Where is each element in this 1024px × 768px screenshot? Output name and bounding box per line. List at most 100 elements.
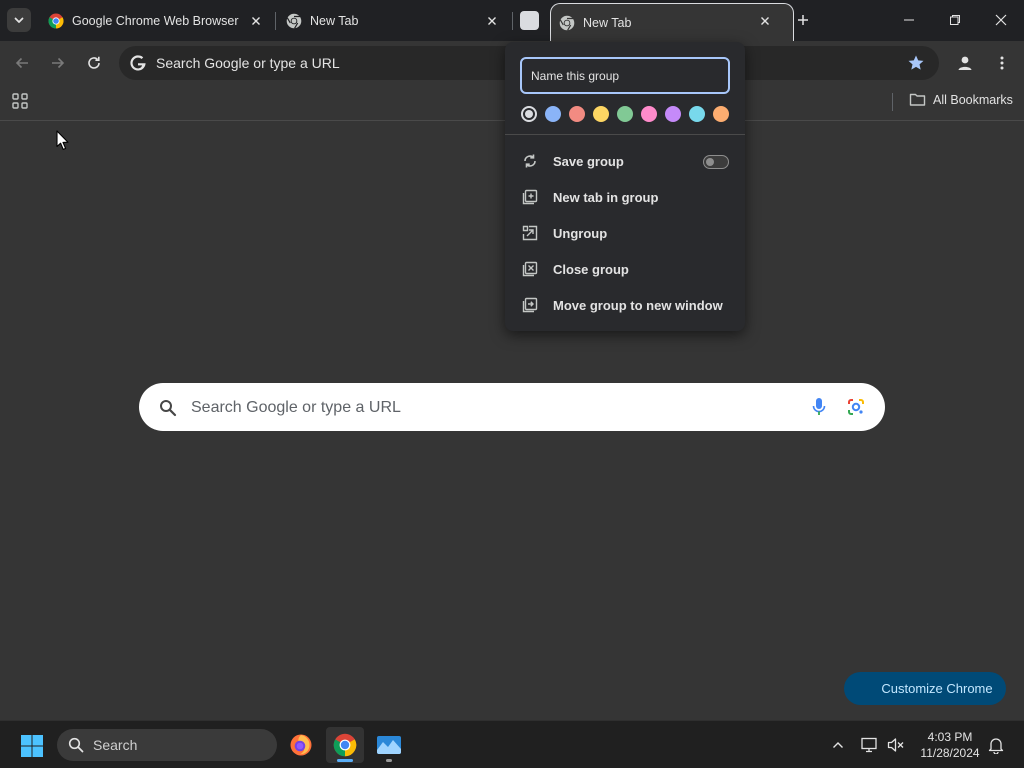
menu-label: Move group to new window (553, 297, 723, 313)
plus-icon (798, 15, 808, 25)
menu-label: New tab in group (553, 189, 659, 205)
tab-search-button[interactable] (7, 8, 31, 32)
chevron-up-icon (833, 742, 843, 748)
color-swatch-grey[interactable] (521, 106, 537, 122)
show-hidden-icons-button[interactable] (828, 735, 848, 755)
ntp-search-placeholder: Search Google or type a URL (191, 399, 401, 416)
close-tab-button[interactable] (248, 13, 264, 29)
notifications-button[interactable] (986, 735, 1006, 755)
color-swatch-cyan[interactable] (689, 106, 705, 122)
color-swatch-orange[interactable] (713, 106, 729, 122)
active-app-indicator (337, 759, 353, 762)
reload-icon (88, 56, 100, 69)
bookmark-star-button[interactable] (907, 54, 925, 72)
bell-icon (988, 738, 1004, 754)
ntp-search-box[interactable]: Search Google or type a URL (139, 383, 885, 431)
profile-icon (958, 56, 972, 70)
taskbar-firefox[interactable] (282, 727, 320, 763)
tab-new-tab-active[interactable]: New Tab (550, 3, 794, 41)
bookmarks-divider (892, 93, 893, 111)
menu-label: Save group (553, 153, 624, 169)
color-swatch-red[interactable] (569, 106, 585, 122)
color-swatch-pink[interactable] (641, 106, 657, 122)
ungroup-icon (522, 225, 538, 241)
back-button[interactable] (10, 51, 34, 75)
clock-time: 4:03 PM (927, 730, 973, 744)
chrome-logo-icon (48, 13, 64, 29)
restore-button[interactable] (940, 6, 970, 34)
clock[interactable]: 4:03 PM 11/28/2024 (912, 729, 988, 761)
group-name-input[interactable] (520, 57, 730, 94)
windows-start-icon[interactable] (20, 734, 44, 758)
tab-strip: Google Chrome Web Browser New Tab New Ta… (0, 0, 1024, 41)
menu-new-tab-in-group[interactable]: New tab in group (505, 179, 745, 215)
close-icon (761, 17, 769, 25)
google-lens-button[interactable] (846, 397, 866, 417)
google-g-icon (130, 55, 146, 71)
save-group-icon (524, 154, 536, 168)
volume-button[interactable] (886, 735, 906, 755)
all-bookmarks-button[interactable]: All Bookmarks (909, 92, 1013, 107)
tab-new-tab[interactable]: New Tab (276, 6, 510, 36)
close-tab-button[interactable] (757, 13, 773, 29)
menu-move-group-to-new-window[interactable]: Move group to new window (505, 287, 745, 323)
network-icon (861, 737, 877, 753)
photos-icon (377, 736, 401, 754)
minimize-button[interactable] (894, 6, 924, 34)
customize-chrome-button[interactable]: Customize Chrome (844, 672, 1006, 705)
menu-save-group[interactable]: Save group (505, 143, 745, 179)
omnibox-text: Search Google or type a URL (156, 55, 340, 71)
more-vert-icon (1000, 56, 1004, 70)
tab-group-chip[interactable] (520, 11, 539, 30)
taskbar-photos[interactable] (370, 727, 408, 763)
new-tab-button[interactable] (793, 10, 813, 30)
running-app-indicator (386, 759, 392, 762)
clock-date: 11/28/2024 (920, 746, 980, 760)
chrome-logo-icon (333, 733, 357, 757)
close-icon (488, 17, 496, 25)
voice-search-button[interactable] (811, 397, 827, 417)
google-lens-icon (848, 399, 864, 415)
firefox-icon (290, 734, 312, 756)
tab-title: New Tab (310, 14, 359, 28)
restore-icon (950, 15, 960, 25)
color-swatch-blue[interactable] (545, 106, 561, 122)
microphone-icon (812, 398, 826, 415)
close-window-button[interactable] (986, 6, 1016, 34)
chevron-down-icon (14, 17, 24, 23)
apps-grid-icon[interactable] (11, 92, 29, 110)
close-icon (252, 17, 260, 25)
taskbar-search-label: Search (93, 737, 138, 753)
close-icon (995, 14, 1007, 26)
tab-chrome-web-browser[interactable]: Google Chrome Web Browser (38, 6, 274, 36)
folder-icon (909, 93, 926, 106)
close-tab-button[interactable] (484, 13, 500, 29)
new-tab-in-group-icon (522, 189, 538, 205)
taskbar-search-box[interactable]: Search (57, 729, 277, 761)
popup-divider (505, 134, 745, 135)
color-swatch-green[interactable] (617, 106, 633, 122)
star-icon (908, 55, 924, 70)
search-icon (160, 400, 177, 417)
menu-label: Close group (553, 261, 629, 277)
more-menu-button[interactable] (990, 51, 1014, 75)
taskbar-chrome[interactable] (326, 727, 364, 763)
tab-title: Google Chrome Web Browser (72, 14, 239, 28)
color-swatch-purple[interactable] (665, 106, 681, 122)
back-arrow-icon (15, 57, 28, 69)
volume-muted-icon (887, 738, 904, 752)
move-window-icon (522, 297, 538, 313)
menu-close-group[interactable]: Close group (505, 251, 745, 287)
reload-button[interactable] (82, 51, 106, 75)
customize-chrome-label: Customize Chrome (881, 681, 993, 696)
chrome-icon (559, 15, 575, 31)
forward-button[interactable] (46, 51, 70, 75)
tab-group-editor-popup: Save group New tab in group Ungroup Clos… (505, 42, 745, 331)
save-group-toggle[interactable] (703, 155, 729, 169)
profile-button[interactable] (953, 51, 977, 75)
network-status-button[interactable] (860, 735, 880, 755)
chrome-icon (286, 13, 302, 29)
forward-arrow-icon (52, 57, 65, 69)
menu-ungroup[interactable]: Ungroup (505, 215, 745, 251)
color-swatch-yellow[interactable] (593, 106, 609, 122)
